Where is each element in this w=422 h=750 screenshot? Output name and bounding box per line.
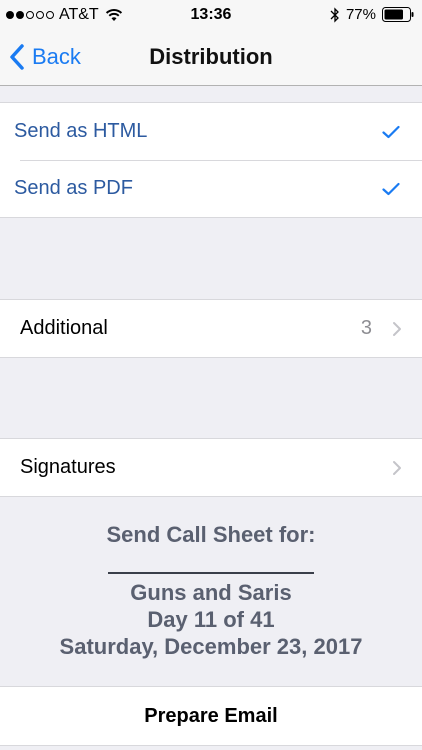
bluetooth-icon (330, 6, 339, 23)
navigation-bar: Back Distribution (0, 30, 422, 86)
battery-percent: 77% (345, 6, 376, 23)
additional-label: Additional (20, 317, 108, 339)
format-options-group: Send as HTML Send as PDF (0, 102, 422, 218)
checkmark-icon (382, 125, 400, 138)
additional-group: Additional 3 (0, 299, 422, 358)
option-send-as-html[interactable]: Send as HTML (0, 103, 422, 160)
call-sheet-heading: Send Call Sheet for: (106, 522, 316, 547)
shoot-day: Day 11 of 41 (147, 607, 275, 632)
option-send-as-pdf[interactable]: Send as PDF (0, 160, 422, 217)
signatures-row[interactable]: Signatures (0, 439, 422, 496)
option-label: Send as PDF (14, 177, 133, 199)
divider (108, 572, 314, 574)
battery-icon (382, 7, 414, 22)
production-title: Guns and Saris (130, 580, 292, 605)
additional-row[interactable]: Additional 3 (0, 300, 422, 357)
page-title: Distribution (149, 44, 273, 69)
chevron-right-icon (393, 460, 401, 475)
additional-count: 3 (360, 317, 372, 339)
status-right: 77% (330, 6, 414, 23)
shoot-date: Saturday, December 23, 2017 (59, 634, 363, 659)
signatures-label: Signatures (20, 456, 116, 478)
chevron-right-icon (393, 321, 401, 336)
option-label: Send as HTML (14, 120, 148, 142)
prepare-email-button[interactable]: Prepare Email (0, 686, 422, 746)
signatures-group: Signatures (0, 438, 422, 497)
status-bar: AT&T 13:36 77% (0, 0, 422, 30)
checkmark-icon (382, 182, 400, 195)
